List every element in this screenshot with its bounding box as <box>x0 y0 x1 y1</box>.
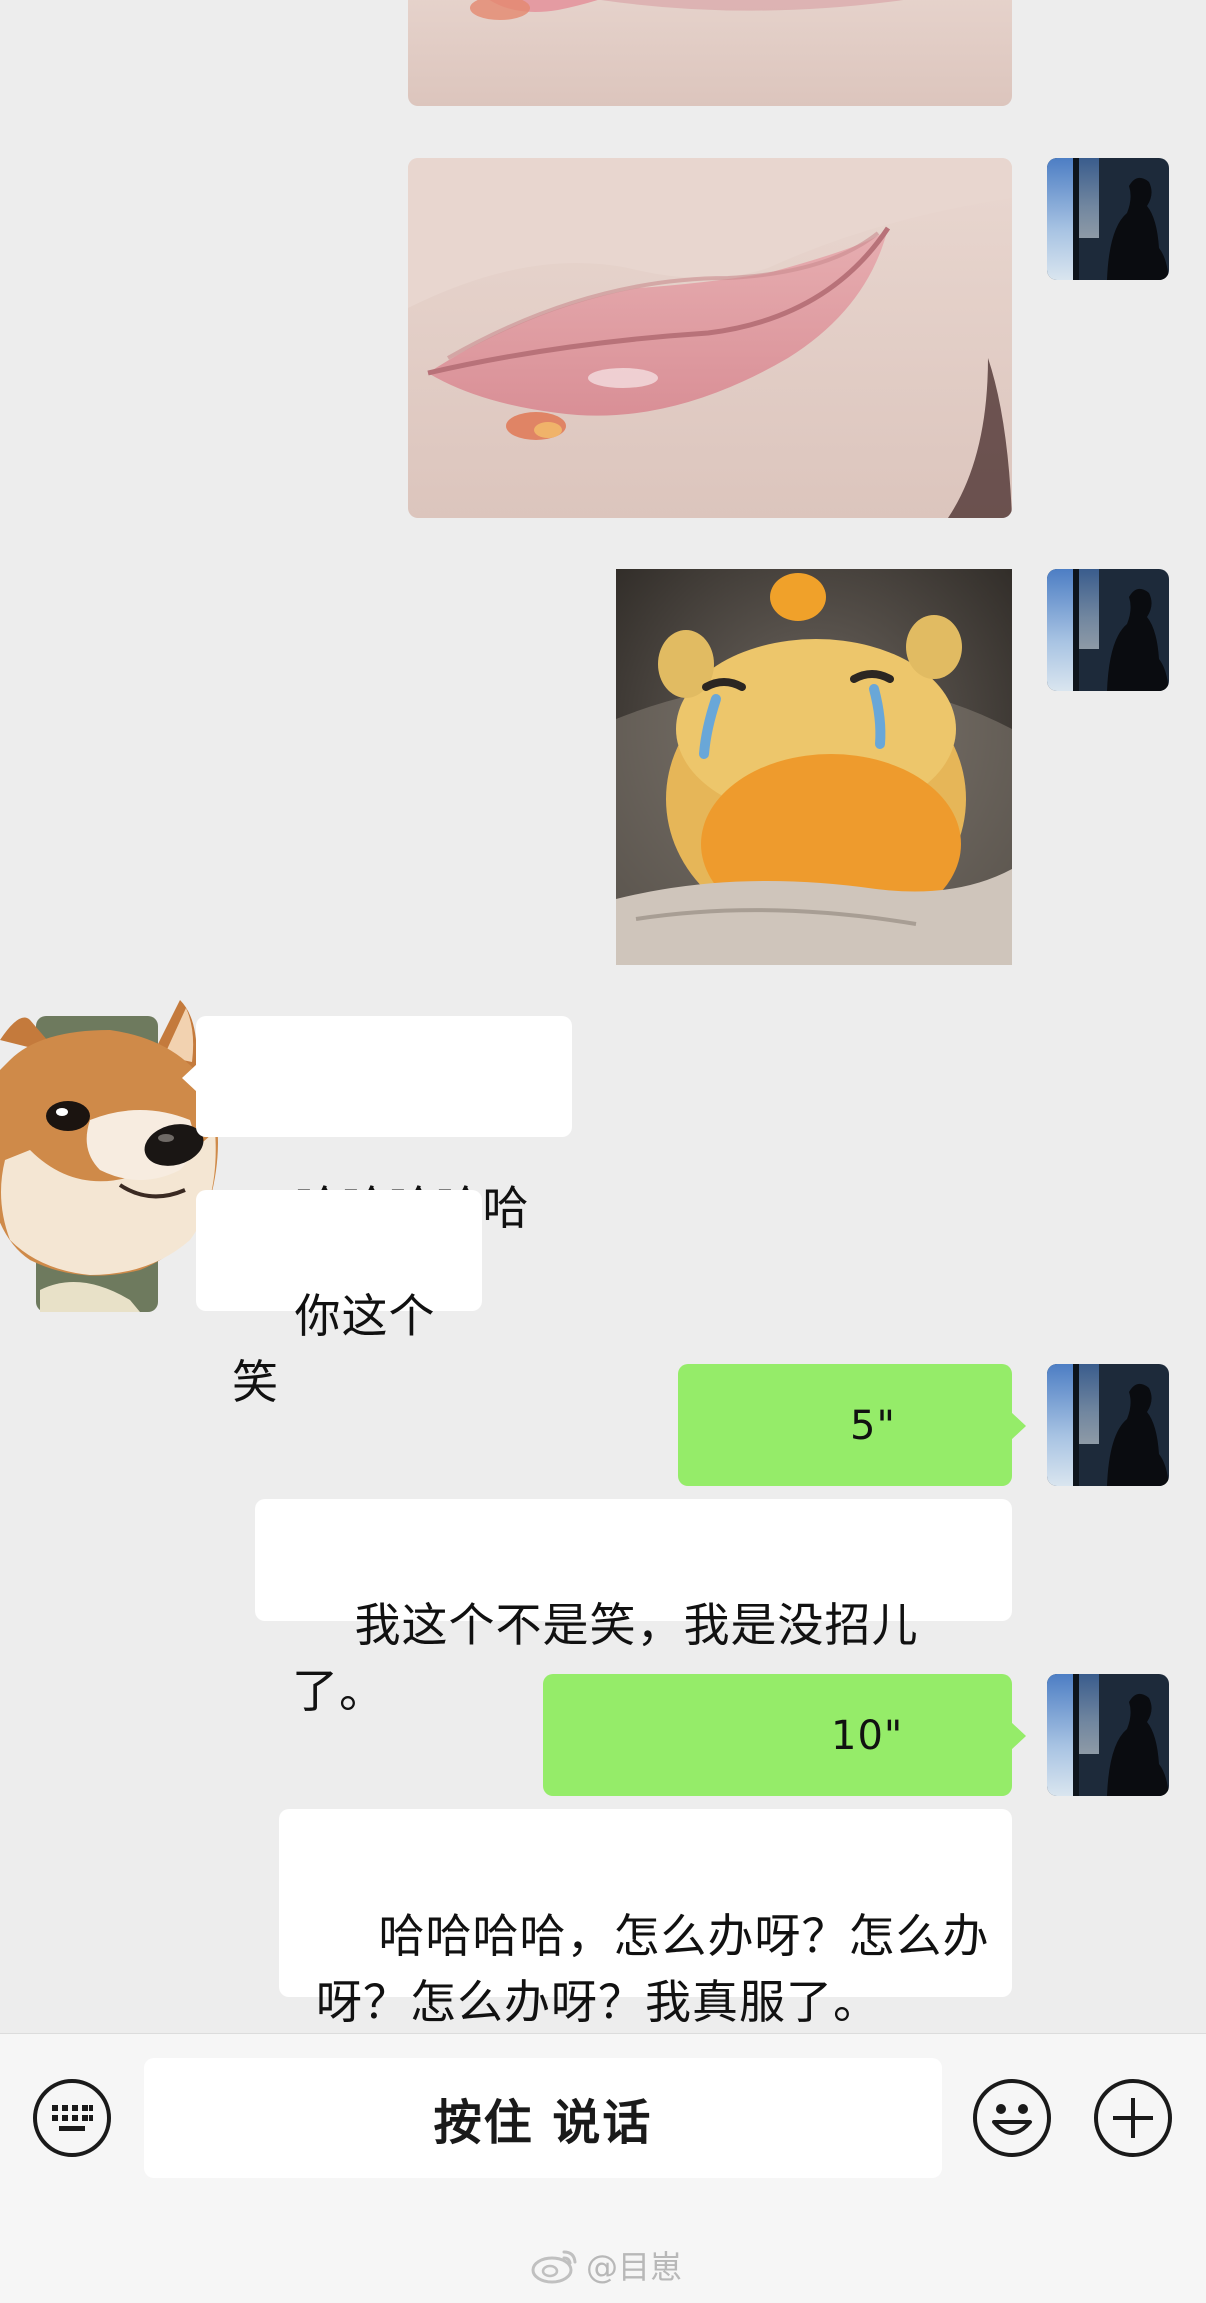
voice-wave-icon <box>916 1712 960 1886</box>
voice-duration: 10" <box>831 1713 904 1759</box>
plus-icon <box>1094 2079 1172 2157</box>
hold-to-talk-button[interactable]: 按住 说话 <box>144 2058 942 2178</box>
voice-wave-icon <box>916 1402 960 1576</box>
lip-photo[interactable] <box>408 158 1012 518</box>
voice-message[interactable]: 5" <box>678 1364 1026 1576</box>
incoming-message[interactable]: 哈哈哈哈哈哈 <box>182 1016 572 1301</box>
message-text: 你这个笑 <box>232 1289 436 1409</box>
keyboard-button[interactable] <box>32 2078 112 2158</box>
emoji-button[interactable] <box>972 2078 1052 2158</box>
weibo-icon <box>531 2250 577 2284</box>
watermark-text: @目崽 <box>586 2248 683 2286</box>
more-button[interactable] <box>1093 2078 1173 2158</box>
my-avatar[interactable] <box>1047 1364 1169 1486</box>
emoji-icon <box>973 2079 1051 2157</box>
message-text: 哈哈哈哈，怎么办呀？怎么办 呀？怎么办呀？我真服了。 <box>316 1909 990 2029</box>
chat-area[interactable]: 哈哈哈哈哈哈 你这个笑 5" 我这个不是笑，我是没招儿了。 10" <box>0 0 1206 2033</box>
voice-duration: 5" <box>850 1403 896 1449</box>
crying-duck-sticker[interactable] <box>616 569 1012 965</box>
my-avatar[interactable] <box>1047 569 1169 691</box>
my-avatar[interactable] <box>1047 1674 1169 1796</box>
voice-transcript[interactable]: 哈哈哈哈，怎么办呀？怎么办 呀？怎么办呀？我真服了。 <box>279 1809 1012 2029</box>
weibo-watermark: @目崽 <box>530 2240 682 2290</box>
voice-transcript[interactable]: 我这个不是笑，我是没招儿了。 <box>255 1499 1012 1718</box>
bubble-tail <box>1011 1412 1026 1440</box>
lip-photo-top[interactable] <box>408 0 1012 106</box>
my-avatar[interactable] <box>1047 158 1169 280</box>
incoming-message[interactable]: 你这个笑 <box>196 1190 482 1409</box>
bubble-tail <box>1011 1722 1026 1750</box>
keyboard-icon <box>33 2079 111 2157</box>
bubble-tail <box>182 1064 197 1092</box>
friend-avatar[interactable] <box>0 1000 220 1312</box>
voice-message[interactable]: 10" <box>543 1674 1026 1886</box>
